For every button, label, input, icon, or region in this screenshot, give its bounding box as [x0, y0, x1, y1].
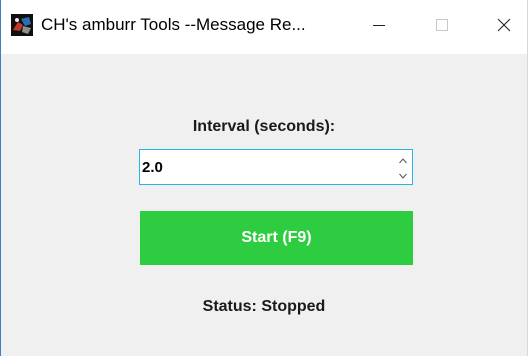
maximize-button[interactable] [419, 0, 465, 54]
title-bar[interactable]: CH's amburr Tools --Message Re... [1, 0, 527, 54]
interval-input[interactable] [140, 150, 390, 184]
window-title: CH's amburr Tools --Message Re... [41, 15, 306, 34]
app-logo-icon [11, 14, 33, 36]
main-content: Interval (seconds): Start (F9) Status: S… [1, 54, 527, 356]
close-icon [497, 18, 511, 37]
interval-spinbox[interactable] [139, 149, 413, 185]
minimize-icon [373, 18, 385, 36]
status-text: Status: Stopped [202, 298, 326, 315]
minimize-button[interactable] [356, 0, 402, 54]
chevron-down-icon [399, 166, 407, 184]
app-window: CH's amburr Tools --Message Re... Interv… [0, 0, 528, 356]
maximize-icon [436, 18, 448, 36]
spin-arrows[interactable] [396, 152, 410, 182]
start-button[interactable]: Start (F9) [140, 211, 413, 265]
close-button[interactable] [481, 0, 527, 54]
spin-down-button[interactable] [396, 167, 410, 182]
interval-label: Interval (seconds): [192, 118, 336, 135]
